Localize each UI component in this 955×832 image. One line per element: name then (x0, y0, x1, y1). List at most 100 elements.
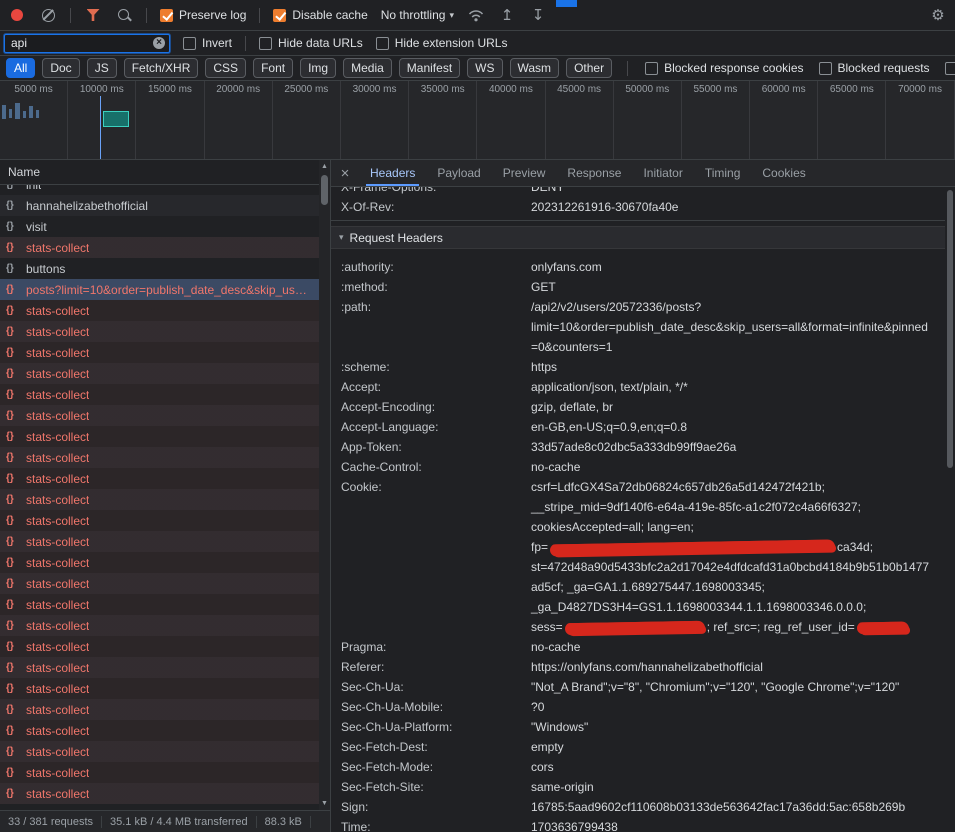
filter-toggle-button[interactable] (84, 6, 102, 24)
request-row[interactable]: {}buttons (0, 258, 319, 279)
request-row[interactable]: {}stats-collect (0, 531, 319, 552)
invert-checkbox[interactable]: Invert (183, 36, 232, 50)
details-scrollbar[interactable] (945, 187, 955, 832)
request-row[interactable]: {}init (0, 185, 319, 195)
request-headers-section[interactable]: ▾ Request Headers (331, 226, 945, 249)
request-row[interactable]: {}stats-collect (0, 405, 319, 426)
filter-chip-manifest[interactable]: Manifest (399, 58, 460, 78)
scrollbar-thumb[interactable] (947, 190, 953, 468)
name-column-header[interactable]: Name (0, 160, 330, 185)
header-value: ?0 (531, 697, 945, 717)
header-name: :method: (341, 277, 531, 297)
tab-payload[interactable]: Payload (426, 160, 491, 186)
record-button[interactable] (8, 6, 26, 24)
request-name: stats-collect (26, 451, 89, 465)
clear-button[interactable] (39, 6, 57, 24)
request-row[interactable]: {}stats-collect (0, 657, 319, 678)
preserve-log-checkbox[interactable]: Preserve log (160, 8, 246, 22)
tab-initiator[interactable]: Initiator (632, 160, 693, 186)
request-row[interactable]: {} stats-collect (0, 594, 319, 615)
search-button[interactable] (115, 6, 133, 24)
request-row[interactable]: {}stats-collect (0, 384, 319, 405)
request-row[interactable]: {}stats-collect (0, 447, 319, 468)
request-row[interactable]: {}stats-collect (0, 615, 319, 636)
tab-timing[interactable]: Timing (694, 160, 752, 186)
filter-chip-fetch-xhr[interactable]: Fetch/XHR (124, 58, 199, 78)
throttling-dropdown[interactable]: No throttling ▾ (381, 8, 454, 22)
request-row[interactable]: {}stats-collect (0, 573, 319, 594)
request-row[interactable]: {}hannahelizabethofficial (0, 195, 319, 216)
filter-chip-css[interactable]: CSS (205, 58, 246, 78)
filter-chip-ws[interactable]: WS (467, 58, 502, 78)
json-icon: {} (6, 599, 20, 610)
request-row[interactable]: {}visit (0, 216, 319, 237)
request-row[interactable]: {}stats-collect (0, 363, 319, 384)
settings-button[interactable]: ⚙ (929, 6, 947, 24)
hide-data-urls-checkbox[interactable]: Hide data URLs (259, 36, 363, 50)
summary-bar: 33 / 381 requests 35.1 kB / 4.4 MB trans… (0, 810, 330, 832)
import-har-button[interactable]: ↥ (498, 6, 516, 24)
filter-chip-all[interactable]: All (6, 58, 35, 78)
request-row[interactable]: {}stats-collect (0, 510, 319, 531)
disable-cache-checkbox[interactable]: Disable cache (273, 8, 367, 22)
filter-chip-doc[interactable]: Doc (42, 58, 79, 78)
request-row[interactable]: {}stats-collect (0, 783, 319, 804)
request-row[interactable]: {}stats-collect (0, 489, 319, 510)
tab-cookies[interactable]: Cookies (751, 160, 816, 186)
request-row[interactable]: {}stats-collect (0, 741, 319, 762)
request-row[interactable]: {}stats-collect (0, 720, 319, 741)
json-icon: {} (6, 347, 20, 358)
request-row[interactable]: {}stats-collect (0, 468, 319, 489)
scroll-down-icon[interactable]: ▼ (319, 800, 330, 807)
third-party-requests-checkbox[interactable]: 3rd-party requests (945, 61, 955, 75)
request-name: stats-collect (26, 598, 89, 612)
request-row[interactable]: {}stats-collect (0, 300, 319, 321)
export-har-button[interactable]: ↧ (529, 6, 547, 24)
filter-chip-img[interactable]: Img (300, 58, 336, 78)
request-row[interactable]: {}stats-collect (0, 636, 319, 657)
scroll-up-icon[interactable]: ▲ (319, 163, 330, 170)
request-name: stats-collect (26, 367, 89, 381)
clear-filter-icon[interactable]: × (153, 37, 165, 49)
timeline-activity-block (103, 111, 129, 127)
header-value: https (531, 357, 945, 377)
filter-chip-wasm[interactable]: Wasm (510, 58, 560, 78)
waterfall-bar (15, 103, 20, 119)
request-row[interactable]: {}posts?limit=10&order=publish_date_desc… (0, 279, 319, 300)
request-list-scrollbar[interactable]: ▲ ▼ (319, 160, 330, 810)
blocked-requests-checkbox[interactable]: Blocked requests (819, 61, 930, 75)
filter-funnel-icon (87, 9, 100, 21)
blocked-response-cookies-checkbox[interactable]: Blocked response cookies (645, 61, 803, 75)
tab-response[interactable]: Response (556, 160, 632, 186)
request-name: buttons (26, 262, 65, 276)
overview-timeline[interactable]: 5000 ms10000 ms15000 ms20000 ms25000 ms3… (0, 81, 955, 160)
header-row: Cookie:csrf=LdfcGX4Sa72db06824c657db26a5… (331, 477, 945, 637)
header-name: Sec-Fetch-Site: (341, 777, 531, 797)
tab-preview[interactable]: Preview (492, 160, 557, 186)
scrollbar-thumb[interactable] (321, 175, 328, 205)
tab-headers[interactable]: Headers (359, 160, 426, 186)
filter-chip-js[interactable]: JS (87, 58, 117, 78)
request-row[interactable]: {}stats-collect (0, 237, 319, 258)
request-row[interactable]: {}stats-collect (0, 762, 319, 783)
header-value: GET (531, 277, 945, 297)
request-row[interactable]: {}stats-collect (0, 678, 319, 699)
request-row[interactable]: {}stats-collect (0, 342, 319, 363)
request-row[interactable]: {}stats-collect (0, 699, 319, 720)
clear-icon (42, 9, 55, 22)
filter-chip-media[interactable]: Media (343, 58, 392, 78)
request-row[interactable]: {}stats-collect (0, 552, 319, 573)
header-value: onlyfans.com (531, 257, 945, 277)
filter-chip-other[interactable]: Other (566, 58, 612, 78)
close-icon[interactable]: × (331, 160, 359, 186)
request-row[interactable]: {}stats-collect (0, 426, 319, 447)
request-row[interactable]: {}stats-collect (0, 321, 319, 342)
header-name: Sec-Ch-Ua-Platform: (341, 717, 531, 737)
header-name: Time: (341, 817, 531, 832)
network-conditions-button[interactable] (467, 6, 485, 24)
timeline-selection-line[interactable] (100, 96, 101, 160)
filter-input[interactable] (11, 36, 149, 50)
request-name: stats-collect (26, 661, 89, 675)
filter-chip-font[interactable]: Font (253, 58, 293, 78)
hide-extension-urls-checkbox[interactable]: Hide extension URLs (376, 36, 508, 50)
